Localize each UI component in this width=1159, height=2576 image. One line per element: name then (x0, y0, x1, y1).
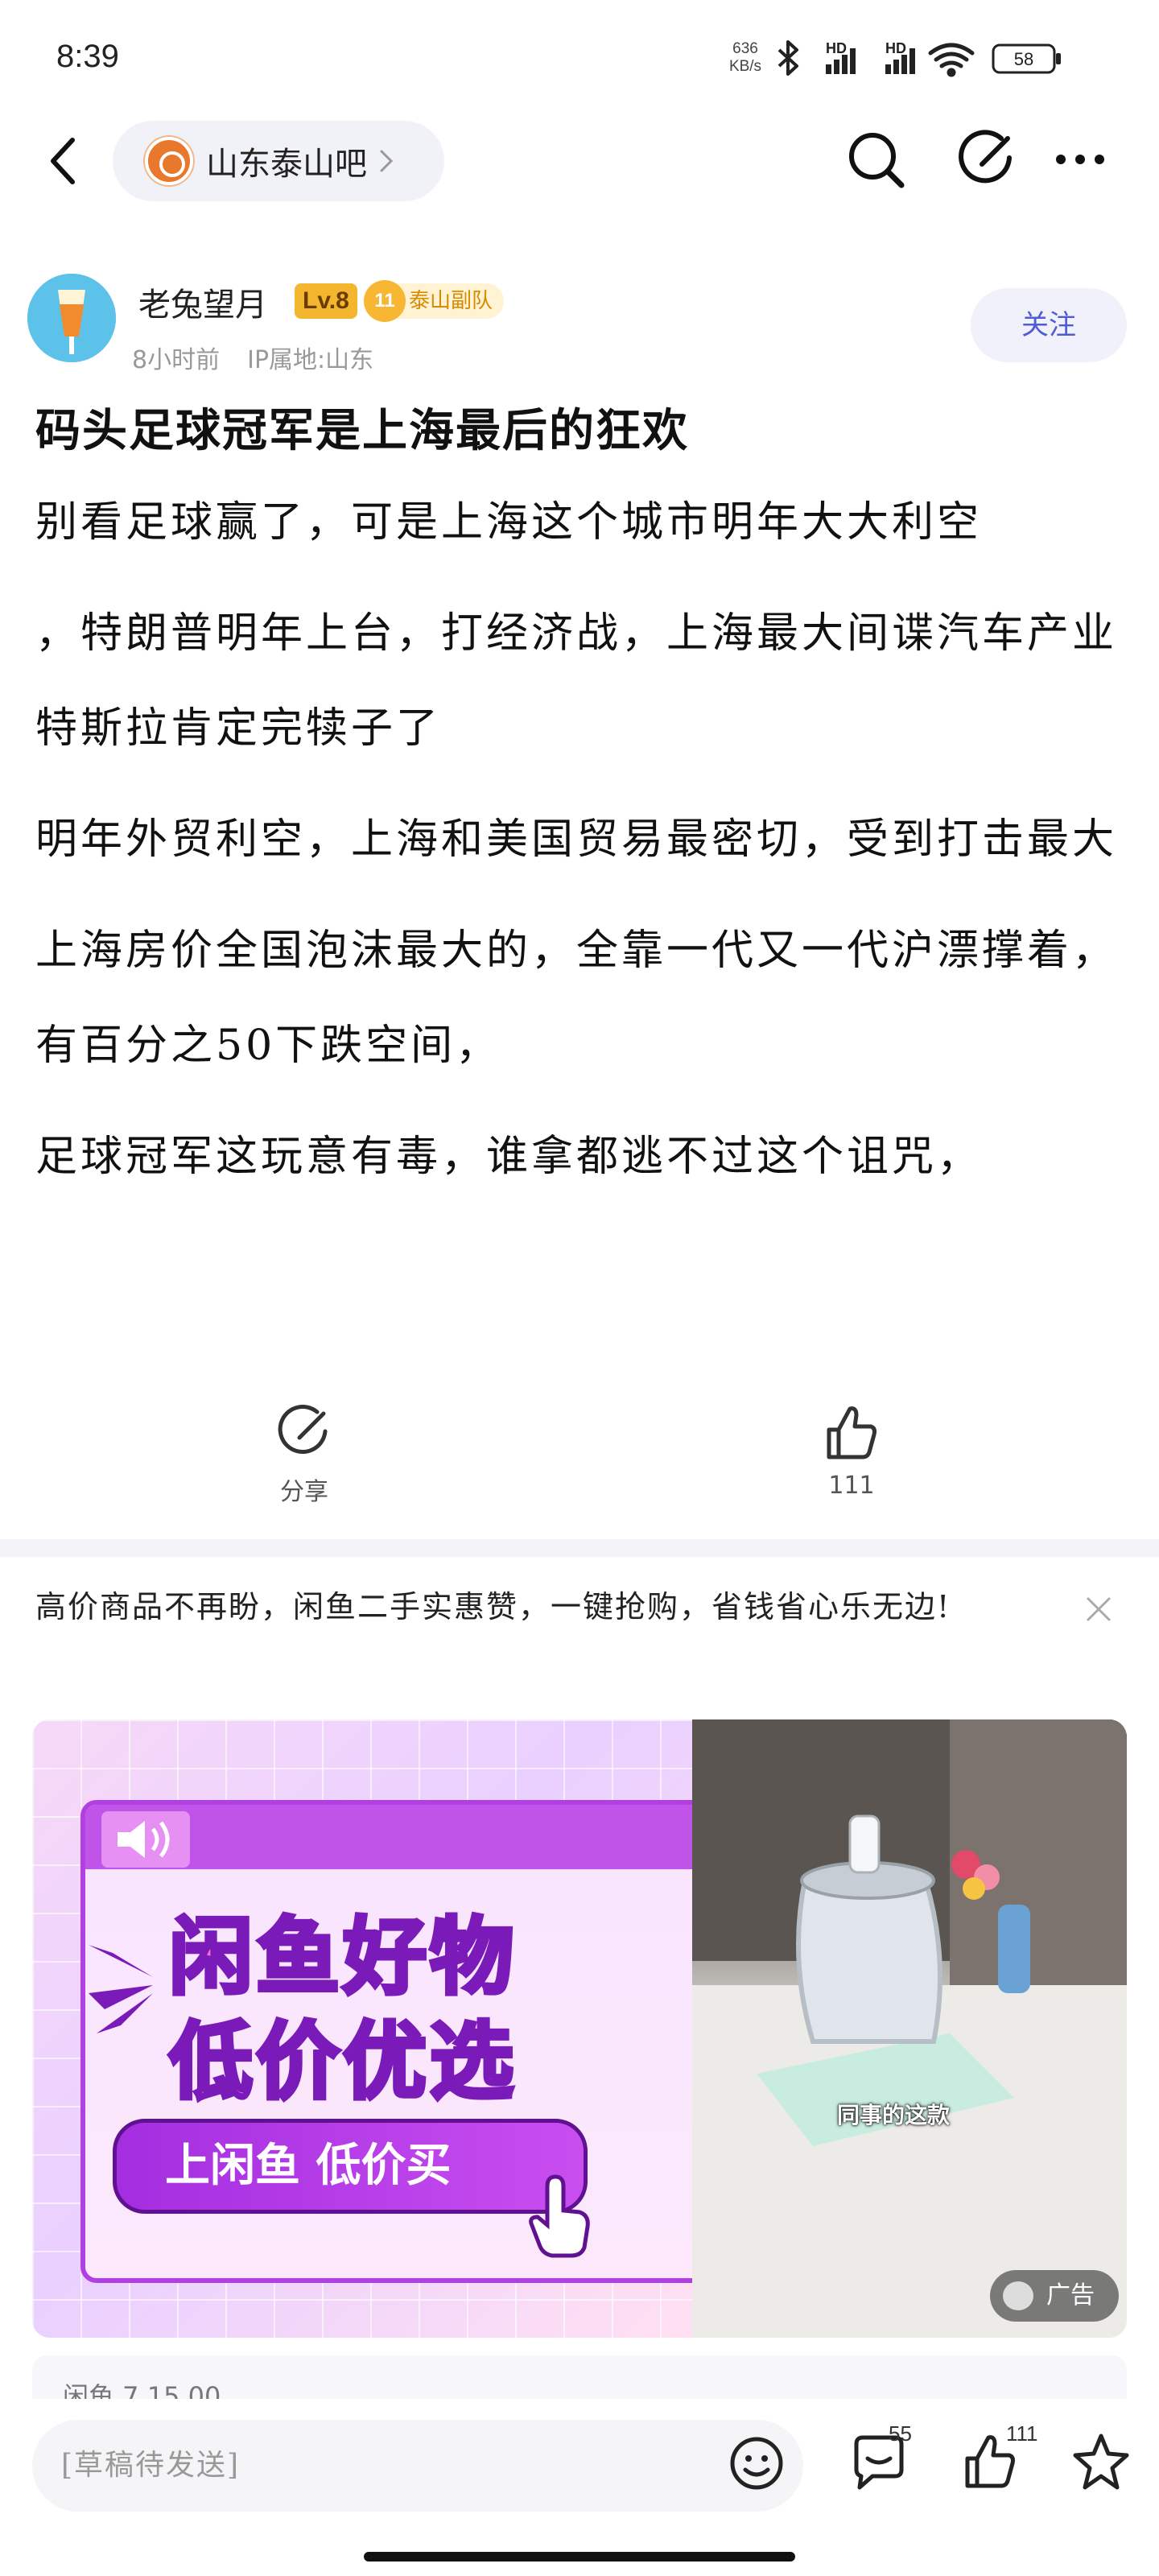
avatar[interactable] (27, 274, 116, 362)
share-button[interactable]: 分享 (224, 1401, 385, 1507)
post-time: 8小时前 (132, 346, 221, 374)
level-badge: Lv.8 (295, 283, 357, 319)
ad-banner[interactable]: 闲鱼好物 低价优选 上闲鱼 低价买 同事的这款 广告 (32, 1719, 1127, 2338)
rank-title: 泰山副队 (409, 289, 493, 313)
status-time: 8:39 (56, 39, 119, 74)
forum-link[interactable]: 山东泰山吧 (113, 121, 444, 201)
kettle-photo (692, 1719, 1127, 2338)
like-count: 111 (828, 1472, 875, 1500)
share-label: 分享 (280, 1478, 328, 1506)
sparkle-lines-icon (89, 1945, 153, 2033)
ad-badge[interactable]: 广告 (990, 2270, 1119, 2322)
post-paragraph: 明年外贸利空，上海和美国贸易最密切，受到打击最大 (35, 815, 1118, 864)
pointing-hand-icon (529, 2174, 590, 2258)
ip-location: IP属地:山东 (247, 346, 374, 374)
post-meta: 8小时前 IP属地:山东 (132, 340, 373, 375)
battery-level: 58 (1014, 49, 1033, 69)
ad-headline: 低价优选 (167, 2011, 518, 2113)
emoji-icon[interactable] (724, 2431, 789, 2496)
chevron-right-icon (380, 150, 394, 172)
home-indicator[interactable] (364, 2552, 795, 2562)
ad-graphic: 闲鱼好物 低价优选 上闲鱼 低价买 (32, 1719, 708, 2338)
bluetooth-icon (777, 40, 798, 76)
top-nav-bar: 山东泰山吧 (0, 105, 1159, 217)
share-icon (278, 1405, 328, 1454)
network-speed-value: 636 (732, 40, 758, 57)
avatar-drink-icon (27, 274, 116, 362)
wifi-icon (928, 43, 975, 77)
status-icons: HD HD 58 (777, 40, 1061, 77)
network-type-2: HD (885, 40, 906, 56)
close-icon[interactable] (1079, 1589, 1119, 1629)
ad-caption: 同事的这款 (837, 2102, 951, 2128)
thumbs-up-icon (827, 1406, 876, 1459)
like-count: 111 (1006, 2421, 1038, 2446)
post-paragraph: ，特朗普明年上台，打经济战，上海最大间谍汽车产业特斯拉肯定完犊子了 (35, 609, 1118, 753)
speaker-icon (101, 1811, 190, 1868)
share-edit-icon[interactable] (953, 126, 1021, 193)
network-speed: 636 KB/s (721, 40, 769, 76)
star-icon[interactable] (1067, 2428, 1135, 2496)
ad-badge-icon (1003, 2281, 1033, 2310)
rank-badge: 11 泰山副队 (364, 280, 505, 322)
like-button[interactable]: 111 (771, 1401, 932, 1500)
post-actions: 分享 111 (0, 1385, 1159, 1521)
ad-cta-button[interactable]: 上闲鱼 低价买 (113, 2119, 588, 2214)
battery-icon: 58 (992, 43, 1061, 74)
signal-icon-1: HD (826, 40, 856, 74)
post-paragraph: 上海房价全国泡沫最大的，全靠一代又一代沪漂撑着，有百分之50下跌空间， (35, 927, 1118, 1070)
search-icon[interactable] (842, 126, 909, 193)
signal-icon-2: HD (885, 40, 915, 74)
network-type-1: HD (826, 40, 847, 56)
comment-count: 55 (889, 2421, 912, 2446)
more-icon[interactable] (1046, 126, 1114, 193)
post-paragraph: 足球冠军这玩意有毒，谁拿都逃不过这个诅咒， (35, 1133, 983, 1181)
post-body: 别看足球赢了，可是上海这个城市明年大大利空 ，特朗普明年上台，打经济战，上海最大… (35, 498, 1130, 1204)
forum-name: 山东泰山吧 (206, 146, 367, 183)
network-speed-unit: KB/s (728, 58, 762, 75)
ad-text[interactable]: 高价商品不再盼，闲鱼二手实惠赞，一键抢购，省钱省心乐无边! (35, 1578, 1050, 1636)
rank-number: 11 (364, 280, 406, 322)
bottom-bar: [草稿待发送] 55 111 (0, 2399, 1159, 2576)
back-arrow-icon[interactable] (40, 129, 89, 193)
status-bar: 8:39 636 KB/s HD HD 58 (0, 0, 1159, 105)
author-name[interactable]: 老兔望月 (138, 279, 267, 325)
ad-badge-label: 广告 (1046, 2281, 1095, 2310)
ad-headline: 闲鱼好物 (167, 1906, 518, 2008)
follow-button[interactable]: 关注 (971, 288, 1127, 362)
forum-logo (145, 137, 193, 185)
post-paragraph: 别看足球赢了，可是上海这个城市明年大大利空 (35, 498, 983, 547)
author-row: 老兔望月 Lv.8 11 泰山副队 8小时前 IP属地:山东 关注 (0, 266, 1159, 378)
ad-photo: 同事的这款 (692, 1719, 1127, 2338)
comment-input[interactable]: [草稿待发送] (32, 2420, 803, 2512)
post-title: 码头足球冠军是上海最后的狂欢 (35, 404, 689, 457)
section-divider (0, 1539, 1159, 1557)
